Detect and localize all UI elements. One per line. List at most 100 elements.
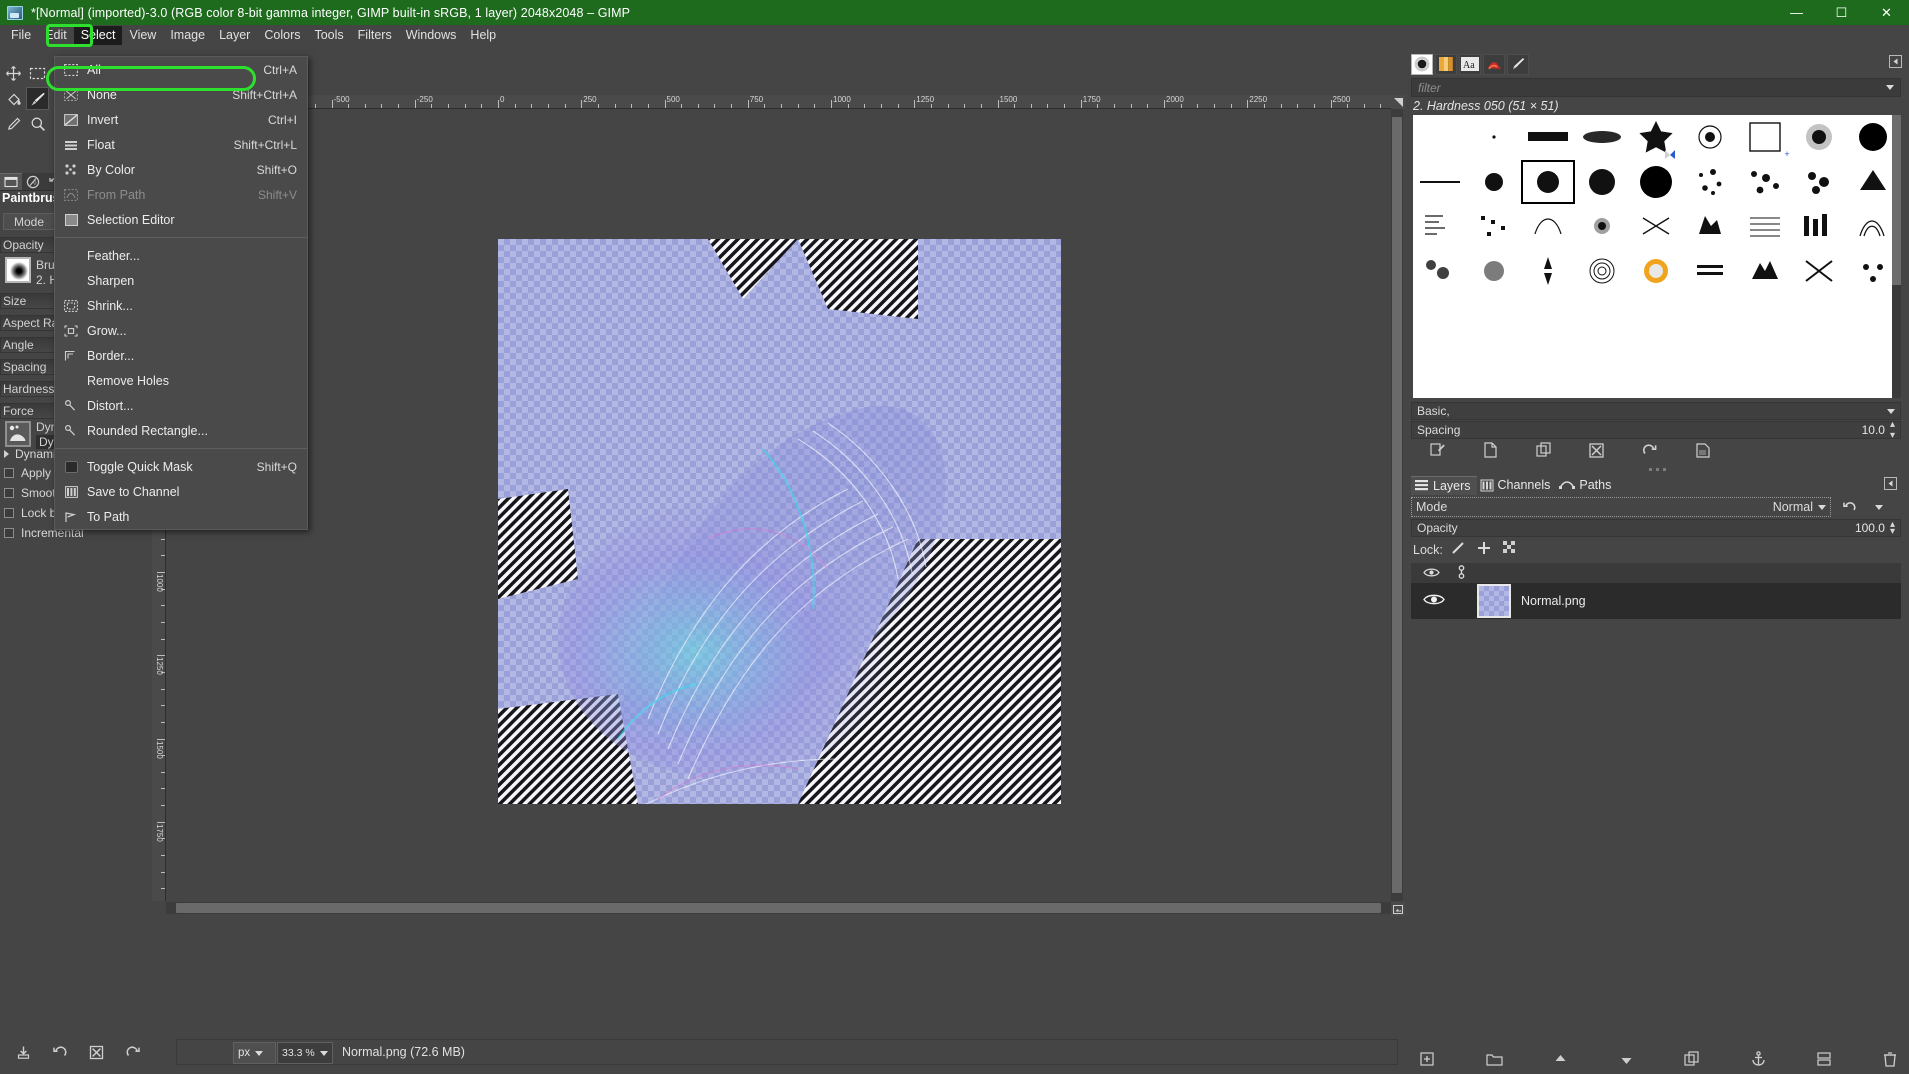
blend-space-chevron-icon[interactable] <box>1865 497 1887 517</box>
open-brush-as-image-icon[interactable] <box>1676 440 1729 460</box>
brush-cell[interactable] <box>1413 249 1467 294</box>
brush-cell[interactable] <box>1467 204 1521 249</box>
raise-layer-icon[interactable] <box>1549 1048 1571 1070</box>
brush-cell[interactable] <box>1413 160 1467 205</box>
lower-layer-icon[interactable] <box>1615 1048 1637 1070</box>
brush-cell[interactable] <box>1792 204 1846 249</box>
menu-item-distort[interactable]: Distort... <box>55 393 307 418</box>
menu-view[interactable]: View <box>122 26 163 45</box>
menu-edit[interactable]: Edit <box>38 26 74 45</box>
new-brush-icon[interactable] <box>1464 440 1517 460</box>
menu-file[interactable]: File <box>4 26 38 45</box>
brush-cell[interactable] <box>1413 115 1467 160</box>
menu-tools[interactable]: Tools <box>307 26 350 45</box>
reset-tool-options-icon[interactable] <box>122 1041 144 1063</box>
brush-cell[interactable] <box>1467 249 1521 294</box>
brush-cell[interactable] <box>1521 204 1575 249</box>
menu-item-to-path[interactable]: To Path <box>55 504 307 529</box>
brush-cell[interactable] <box>1575 115 1629 160</box>
layer-opacity-slider[interactable]: Opacity 100.0 ▴▾ <box>1411 519 1901 537</box>
new-layer-group-icon[interactable] <box>1483 1048 1505 1070</box>
minimize-button[interactable]: — <box>1774 0 1819 25</box>
menu-item-toggle-quick-mask[interactable]: Toggle Quick Mask Shift+Q <box>55 454 307 479</box>
menu-item-invert[interactable]: Invert Ctrl+I <box>55 107 307 132</box>
brush-cell[interactable] <box>1575 160 1629 205</box>
brush-preview[interactable] <box>5 257 31 283</box>
menu-layer[interactable]: Layer <box>212 26 257 45</box>
menu-select[interactable]: Select <box>74 26 123 45</box>
menu-item-rounded-rectangle[interactable]: Rounded Rectangle... <box>55 418 307 443</box>
restore-tool-preset-icon[interactable] <box>49 1041 71 1063</box>
refresh-brushes-icon[interactable] <box>1623 440 1676 460</box>
spinner-icon[interactable]: ▴▾ <box>1890 419 1895 441</box>
zoom-tool[interactable] <box>26 112 49 135</box>
lock-position-icon[interactable] <box>1477 541 1491 558</box>
merge-down-icon[interactable] <box>1813 1048 1835 1070</box>
brush-scroll-thumb[interactable] <box>1892 115 1901 285</box>
brush-cell[interactable] <box>1738 204 1792 249</box>
brush-cell[interactable] <box>1521 115 1575 160</box>
brush-cell[interactable] <box>1413 204 1467 249</box>
menu-item-from-path[interactable]: From Path Shift+V <box>55 182 307 207</box>
brush-cell[interactable] <box>1521 249 1575 294</box>
brush-cell[interactable] <box>1629 115 1683 160</box>
move-tool[interactable] <box>2 62 25 85</box>
maximize-button[interactable]: ☐ <box>1819 0 1864 25</box>
menu-item-border[interactable]: Border... <box>55 343 307 368</box>
brush-cell[interactable] <box>1575 204 1629 249</box>
menu-colors[interactable]: Colors <box>257 26 307 45</box>
gradients-tab[interactable] <box>1483 54 1505 75</box>
brush-cell[interactable] <box>1792 160 1846 205</box>
brush-cell[interactable] <box>1629 160 1683 205</box>
brush-cell[interactable] <box>1683 249 1737 294</box>
brush-cell[interactable] <box>1683 160 1737 205</box>
menu-filters[interactable]: Filters <box>351 26 399 45</box>
menu-image[interactable]: Image <box>163 26 212 45</box>
edit-brush-icon[interactable] <box>1411 440 1464 460</box>
navigation-preview-icon[interactable] <box>1391 902 1405 916</box>
dynamics-preview[interactable] <box>5 421 31 447</box>
layers-dock-menu-button[interactable] <box>1884 477 1897 493</box>
tool-options-tab[interactable] <box>0 173 22 190</box>
fonts-tab[interactable]: Aa <box>1459 54 1481 75</box>
zoom-image-button[interactable] <box>1391 95 1405 109</box>
unit-selector[interactable]: px <box>233 1042 276 1064</box>
brush-cell[interactable]: + <box>1738 115 1792 160</box>
menu-item-float[interactable]: Float Shift+Ctrl+L <box>55 132 307 157</box>
layer-item-normal-png[interactable]: Normal.png <box>1411 583 1901 619</box>
patterns-tab[interactable] <box>1435 54 1457 75</box>
zoom-selector[interactable]: 33.3 % <box>277 1042 333 1064</box>
paint-dynamics-tab[interactable] <box>1507 54 1529 75</box>
layer-thumbnail[interactable] <box>1477 584 1511 618</box>
vertical-scroll-thumb[interactable] <box>1392 117 1402 893</box>
horizontal-scroll-thumb[interactable] <box>176 903 1381 913</box>
layer-mode-dropdown[interactable]: Mode Normal <box>1411 497 1831 517</box>
chevron-down-icon[interactable] <box>1886 85 1894 90</box>
brush-cell[interactable] <box>1467 160 1521 205</box>
brush-spacing-row[interactable]: Spacing 10.0 ▴▾ <box>1411 421 1901 439</box>
lock-pixels-icon[interactable] <box>1451 541 1465 558</box>
duplicate-brush-icon[interactable] <box>1517 440 1570 460</box>
lock-alpha-icon[interactable] <box>1503 541 1517 558</box>
rectangle-select-tool[interactable] <box>26 62 49 85</box>
spinner-icon[interactable]: ▴▾ <box>1890 521 1895 535</box>
menu-item-selection-editor[interactable]: Selection Editor <box>55 207 307 232</box>
brush-cell[interactable] <box>1738 249 1792 294</box>
chevron-down-icon[interactable] <box>1887 409 1895 414</box>
select-menu-popup[interactable]: All Ctrl+A None Shift+Ctrl+A Invert Ctrl… <box>54 56 308 530</box>
brush-cell[interactable] <box>1792 249 1846 294</box>
delete-brush-icon[interactable] <box>1570 440 1623 460</box>
menu-help[interactable]: Help <box>463 26 503 45</box>
vertical-scrollbar[interactable] <box>1391 109 1403 901</box>
anchor-layer-icon[interactable] <box>1747 1048 1769 1070</box>
new-layer-icon[interactable] <box>1417 1048 1439 1070</box>
menu-item-all[interactable]: All Ctrl+A <box>55 57 307 82</box>
brush-cell[interactable] <box>1629 249 1683 294</box>
brush-cell[interactable] <box>1575 249 1629 294</box>
bucket-fill-tool[interactable] <box>2 87 25 110</box>
brush-cell-selected[interactable] <box>1521 160 1575 205</box>
menu-item-grow[interactable]: Grow... <box>55 318 307 343</box>
switch-to-default-values-icon[interactable] <box>1837 497 1863 517</box>
image-canvas[interactable] <box>166 109 1391 901</box>
brush-grid-scrollbar[interactable] <box>1892 115 1901 398</box>
